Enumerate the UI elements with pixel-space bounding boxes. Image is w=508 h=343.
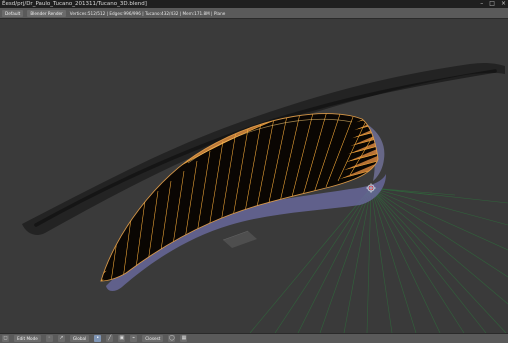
scene-stats: Vertices:512/512 | Edges:996/996 | Tucan… (69, 8, 226, 18)
info-header: Default Blender Render Vertices:512/512 … (0, 8, 508, 19)
window-controls: – □ × (480, 0, 506, 8)
mode-selector[interactable]: Edit Mode (14, 335, 41, 342)
maximize-icon[interactable]: □ (489, 0, 495, 8)
layers-icon[interactable]: ▦ (180, 335, 188, 342)
view-icon[interactable]: ◻ (2, 335, 9, 342)
orientation-selector[interactable]: Global (69, 335, 90, 342)
proportional-icon[interactable]: ◯ (168, 335, 176, 342)
pivot-icon[interactable]: ◦ (45, 335, 53, 342)
layout-selector[interactable]: Default (2, 9, 24, 17)
blender-3d-viewport: Ẽesd/prj/Dr_Paulo_Tucano_201311/Tucano_3… (0, 0, 508, 343)
small-plane-object[interactable] (222, 230, 257, 248)
edge-select-icon[interactable]: ╱ (106, 335, 114, 342)
3d-view-header: ◻ Edit Mode ◦ ↗ Global • ╱ ▣ ⌁ Closest ◯… (0, 333, 508, 343)
snap-target-label: Closest (145, 336, 161, 341)
layout-selector-label: Default (5, 10, 21, 16)
manipulator-icon[interactable]: ↗ (57, 335, 65, 342)
window-titlebar: Ẽesd/prj/Dr_Paulo_Tucano_201311/Tucano_3… (0, 0, 508, 8)
vertex-select-icon[interactable]: • (94, 335, 102, 342)
window-title: Ẽesd/prj/Dr_Paulo_Tucano_201311/Tucano_3… (2, 1, 147, 7)
snap-target-selector[interactable]: Closest (142, 335, 164, 342)
render-engine-selector[interactable]: Blender Render (27, 9, 66, 17)
3d-viewport-area[interactable] (0, 19, 508, 333)
viewport-scene[interactable] (0, 19, 508, 333)
scene-stats-text: Vertices:512/512 | Edges:996/996 | Tucan… (69, 10, 226, 16)
mode-selector-label: Edit Mode (17, 336, 38, 341)
render-engine-label: Blender Render (30, 10, 63, 16)
snap-icon[interactable]: ⌁ (130, 335, 138, 342)
face-select-icon[interactable]: ▣ (118, 335, 126, 342)
orientation-label: Global (72, 336, 87, 341)
close-icon[interactable]: × (501, 0, 506, 8)
minimize-icon[interactable]: – (480, 0, 483, 8)
